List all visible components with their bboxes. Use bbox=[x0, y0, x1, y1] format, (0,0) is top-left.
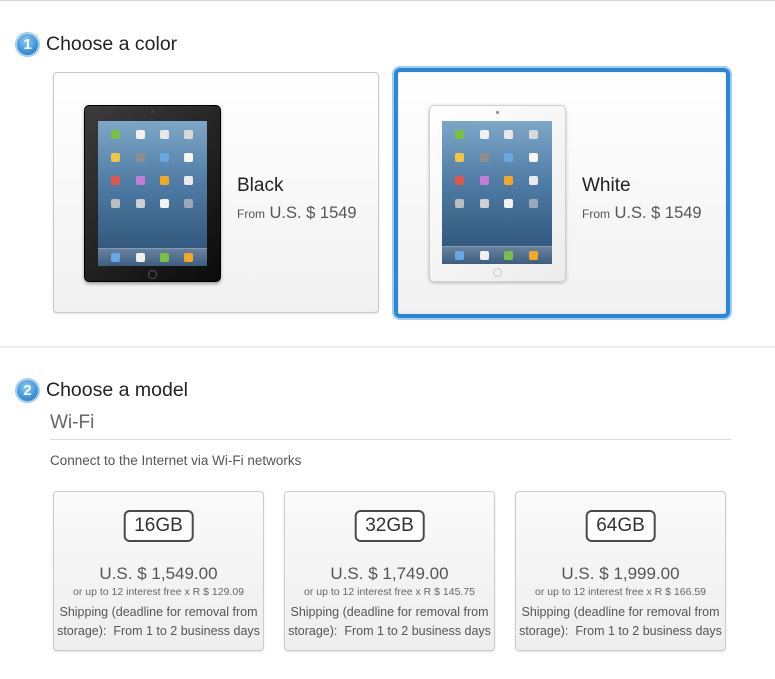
from-label: From bbox=[582, 207, 610, 221]
model-option-32gb[interactable]: 32GB U.S. $ 1,749.00 or up to 12 interes… bbox=[284, 491, 495, 651]
connectivity-heading: Wi-Fi bbox=[50, 412, 95, 433]
app-icon bbox=[184, 199, 193, 208]
installment-text: or up to 12 interest free x R $ 166.59 bbox=[534, 586, 707, 598]
dock-app-icon bbox=[480, 251, 489, 260]
app-icon bbox=[529, 199, 538, 208]
step-1-number-icon: 1 bbox=[16, 33, 39, 56]
app-icon bbox=[160, 153, 169, 162]
dock-app-icon bbox=[455, 251, 464, 260]
app-icon bbox=[160, 199, 169, 208]
app-icon bbox=[160, 176, 169, 185]
ipad-screen bbox=[98, 121, 207, 266]
camera-dot bbox=[151, 110, 154, 113]
step-2-title: Choose a model bbox=[46, 379, 189, 401]
app-icon bbox=[136, 176, 145, 185]
app-icon bbox=[136, 153, 145, 162]
color-name-black: Black bbox=[237, 175, 284, 196]
color-option-black[interactable]: Black From U.S. $ 1549 bbox=[53, 72, 379, 313]
app-icon bbox=[504, 199, 513, 208]
step-2-header: 2 Choose a model bbox=[16, 379, 188, 402]
shipping-line-2: storage): From 1 to 2 business days bbox=[519, 624, 722, 638]
color-name-white: White bbox=[582, 175, 631, 196]
app-icon bbox=[184, 153, 193, 162]
from-label: From bbox=[237, 207, 265, 221]
price-value: U.S. $ 1549 bbox=[269, 204, 357, 222]
app-icon bbox=[111, 199, 120, 208]
shipping-text: Shipping (deadline for removal from stor… bbox=[516, 603, 725, 641]
color-price-white: From U.S. $ 1549 bbox=[582, 204, 702, 223]
shipping-line-1: Shipping (deadline for removal from bbox=[59, 605, 258, 619]
ipad-screen bbox=[442, 121, 552, 264]
dock-app-icon bbox=[184, 253, 193, 262]
app-icon bbox=[504, 153, 513, 162]
dock-app-icon bbox=[136, 253, 145, 262]
app-icon bbox=[480, 130, 489, 139]
app-icon bbox=[455, 199, 464, 208]
connectivity-divider bbox=[50, 439, 731, 440]
step-2-number-icon: 2 bbox=[16, 379, 39, 402]
capacity-badge: 16GB bbox=[123, 510, 194, 542]
camera-dot bbox=[496, 111, 499, 114]
capacity-badge: 64GB bbox=[585, 510, 656, 542]
ipad-black-icon bbox=[84, 105, 221, 282]
dock-app-icon bbox=[504, 251, 513, 260]
app-icon bbox=[529, 176, 538, 185]
app-icon bbox=[504, 130, 513, 139]
model-option-16gb[interactable]: 16GB U.S. $ 1,549.00 or up to 12 interes… bbox=[53, 491, 264, 651]
installment-text: or up to 12 interest free x R $ 129.09 bbox=[72, 586, 245, 598]
app-icon bbox=[160, 130, 169, 139]
dock-app-icon bbox=[160, 253, 169, 262]
model-price: U.S. $ 1,749.00 bbox=[330, 564, 449, 583]
home-button-icon bbox=[148, 270, 157, 279]
model-price: U.S. $ 1,999.00 bbox=[561, 564, 680, 583]
app-icon bbox=[480, 153, 489, 162]
app-icon bbox=[455, 153, 464, 162]
app-icon bbox=[480, 199, 489, 208]
price-value: U.S. $ 1549 bbox=[614, 204, 702, 222]
shipping-line-2: storage): From 1 to 2 business days bbox=[288, 624, 491, 638]
app-icon bbox=[111, 130, 120, 139]
step-1-header: 1 Choose a color bbox=[16, 33, 177, 56]
app-icon bbox=[184, 130, 193, 139]
step-1-title: Choose a color bbox=[46, 33, 178, 55]
connectivity-description: Connect to the Internet via Wi-Fi networ… bbox=[50, 453, 302, 468]
installment-text: or up to 12 interest free x R $ 145.75 bbox=[303, 586, 476, 598]
shipping-line-2: storage): From 1 to 2 business days bbox=[57, 624, 260, 638]
shipping-text: Shipping (deadline for removal from stor… bbox=[54, 603, 263, 641]
top-divider bbox=[0, 0, 775, 1]
model-option-64gb[interactable]: 64GB U.S. $ 1,999.00 or up to 12 interes… bbox=[515, 491, 726, 651]
dock-app-icon bbox=[529, 251, 538, 260]
shipping-line-1: Shipping (deadline for removal from bbox=[521, 605, 720, 619]
ipad-white-icon bbox=[429, 105, 566, 282]
app-icon bbox=[455, 176, 464, 185]
shipping-text: Shipping (deadline for removal from stor… bbox=[285, 603, 494, 641]
app-icon bbox=[136, 199, 145, 208]
section-divider bbox=[0, 346, 775, 348]
app-icon bbox=[136, 130, 145, 139]
app-icon bbox=[455, 130, 464, 139]
app-icon bbox=[480, 176, 489, 185]
app-icon bbox=[184, 176, 193, 185]
app-icon bbox=[504, 176, 513, 185]
color-price-black: From U.S. $ 1549 bbox=[237, 204, 357, 223]
app-icon bbox=[529, 153, 538, 162]
app-icon bbox=[111, 176, 120, 185]
app-icon bbox=[529, 130, 538, 139]
shipping-line-1: Shipping (deadline for removal from bbox=[290, 605, 489, 619]
app-icon bbox=[111, 153, 120, 162]
color-option-white[interactable]: White From U.S. $ 1549 bbox=[394, 68, 730, 318]
dock-app-icon bbox=[111, 253, 120, 262]
model-price: U.S. $ 1,549.00 bbox=[99, 564, 218, 583]
capacity-badge: 32GB bbox=[354, 510, 425, 542]
home-button-icon bbox=[493, 268, 502, 277]
